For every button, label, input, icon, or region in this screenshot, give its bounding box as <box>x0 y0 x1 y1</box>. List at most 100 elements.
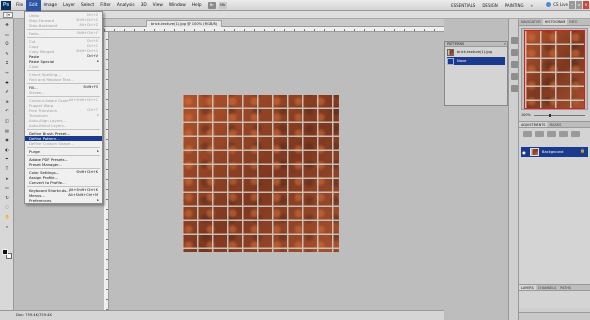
menu-item-auto-blend-layers[interactable]: Auto-Blend Layers... <box>25 123 102 128</box>
tab-adjustments[interactable]: ADJUSTMENTS <box>519 122 548 127</box>
workspace-essentials[interactable]: ESSENTIALS <box>451 1 475 10</box>
menu-item-define-custom-shape[interactable]: Define Custom Shape... <box>25 141 102 146</box>
menu-item-label: Purge <box>29 149 40 154</box>
marquee-icon[interactable]: ▭ <box>3 32 11 38</box>
tab-info[interactable]: INFO <box>567 19 579 25</box>
menu-file[interactable]: File <box>13 0 26 11</box>
menu-item-label: Preset Manager... <box>29 162 62 167</box>
menu-layer[interactable]: Layer <box>60 0 78 11</box>
eyedropper-icon[interactable]: ✑ <box>3 70 11 76</box>
lasso-icon[interactable]: ʘ <box>3 41 11 47</box>
tab-channels[interactable]: CHANNELS <box>536 285 559 290</box>
exposure-icon[interactable] <box>559 131 568 137</box>
layer-row-background[interactable]: ● Background 🔒 <box>521 147 588 157</box>
zoom-slider-handle[interactable] <box>549 113 552 117</box>
menu-item-preset-manager[interactable]: Preset Manager... <box>25 162 102 167</box>
close-button[interactable]: × <box>583 1 589 9</box>
cs-live-button[interactable]: CS Live <box>546 2 568 7</box>
menu-separator <box>27 168 100 169</box>
dock-panel-icon[interactable] <box>511 61 518 68</box>
zoom-control: 100% <box>521 112 588 118</box>
dock-panel-icon[interactable] <box>511 49 518 56</box>
workspace-more-button[interactable]: » <box>531 1 533 10</box>
menu-3d[interactable]: 3D <box>138 0 150 11</box>
tab-masks[interactable]: MASKS <box>547 122 563 127</box>
dock-panel-icon[interactable] <box>511 37 518 44</box>
menu-item-label: Define Custom Shape... <box>29 141 74 146</box>
navigator-preview[interactable] <box>521 28 588 110</box>
zoom-icon[interactable]: ⌕ <box>3 224 11 230</box>
crop-icon[interactable]: ⌗ <box>3 60 11 66</box>
menu-item-step-backward[interactable]: Step Backward Alt+Ctrl+Z <box>25 23 102 28</box>
vibrance-icon[interactable] <box>571 131 580 137</box>
menu-item-clear[interactable]: Clear <box>25 64 102 69</box>
path-select-icon[interactable]: ➤ <box>3 176 11 182</box>
layer-name: Background <box>542 150 564 154</box>
doc-size-status: Doc: 759.4K/759.4K <box>16 313 52 317</box>
adjustment-icon-grid <box>523 131 581 137</box>
3d-orbit-icon[interactable]: ◌ <box>3 204 11 210</box>
bridge-icon[interactable]: Br <box>207 1 216 9</box>
pattern-row-brick[interactable]: brick-texture(1).jpg <box>447 48 505 56</box>
shape-icon[interactable]: ▭ <box>3 185 11 191</box>
workspace-design[interactable]: DESIGN <box>482 1 497 10</box>
tab-navigator[interactable]: NAVIGATOR <box>519 19 543 25</box>
zoom-slider[interactable] <box>533 113 585 117</box>
restore-button[interactable]: ▫ <box>576 1 582 9</box>
clone-stamp-icon[interactable]: ⊕ <box>3 99 11 105</box>
workspace-painting[interactable]: PAINTING <box>505 1 524 10</box>
menu-analysis[interactable]: Analysis <box>114 0 138 11</box>
collapse-icon[interactable]: « <box>504 42 506 47</box>
navigator-tab-group: NAVIGATOR HISTOGRAM INFO <box>519 19 590 26</box>
mini-bridge-icon[interactable]: Mb <box>218 1 227 9</box>
menu-item-purge[interactable]: Purge ▸ <box>25 149 102 154</box>
menu-item-fade[interactable]: Fade... Shift+Ctrl+F <box>25 31 102 36</box>
menu-help[interactable]: Help <box>189 0 205 11</box>
menu-item-preferences[interactable]: Preferences ▸ <box>25 198 102 203</box>
pattern-row-none[interactable]: None <box>447 57 505 65</box>
document-tab[interactable]: brick-texture(1).jpg @ 100% (RGB/8) <box>146 20 223 27</box>
gradient-icon[interactable]: ▤ <box>3 128 11 134</box>
menu-view[interactable]: View <box>150 0 166 11</box>
tab-histogram[interactable]: HISTOGRAM <box>542 19 568 25</box>
blur-icon[interactable]: ◉ <box>3 137 11 143</box>
brightness-icon[interactable] <box>523 131 532 137</box>
menu-item-stroke[interactable]: Stroke... <box>25 90 102 95</box>
navigator-thumbnail <box>524 30 585 109</box>
zoom-value[interactable]: 100% <box>521 112 531 118</box>
3d-rotate-icon[interactable]: ↻ <box>3 195 11 201</box>
tab-paths[interactable]: PATHS <box>558 285 573 290</box>
pen-icon[interactable]: ✒ <box>3 156 11 162</box>
dodge-icon[interactable]: ◐ <box>3 147 11 153</box>
dock-panel-icon[interactable] <box>511 85 518 92</box>
menu-window[interactable]: Window <box>166 0 189 11</box>
menu-item-find-and-replace-text[interactable]: Find and Replace Text... <box>25 77 102 82</box>
tab-layers[interactable]: LAYERS <box>519 285 536 290</box>
menu-image[interactable]: Image <box>41 0 60 11</box>
eraser-icon[interactable]: ◫ <box>3 118 11 124</box>
type-icon[interactable]: T <box>3 166 11 172</box>
menu-item-shortcut: Shift+Ctrl+F <box>76 31 98 35</box>
healing-icon[interactable]: ✚ <box>3 80 11 86</box>
quick-select-icon[interactable]: ✎ <box>3 51 11 57</box>
menu-select[interactable]: Select <box>78 0 97 11</box>
menu-item-label: Stroke... <box>29 90 45 95</box>
foreground-color-swatch[interactable] <box>2 249 8 255</box>
visibility-eye-icon[interactable]: ● <box>521 150 527 155</box>
brush-icon[interactable]: ✐ <box>3 89 11 95</box>
pattern-label: brick-texture(1).jpg <box>457 50 492 54</box>
dock-panel-icon[interactable] <box>511 73 518 80</box>
minimize-button[interactable]: – <box>569 1 575 9</box>
curves-icon[interactable] <box>547 131 556 137</box>
menu-edit[interactable]: Edit <box>26 0 41 11</box>
hand-icon[interactable]: ✋ <box>3 214 11 220</box>
menu-filter[interactable]: Filter <box>97 0 114 11</box>
move-icon[interactable]: ✥ <box>3 22 11 28</box>
levels-icon[interactable] <box>535 131 544 137</box>
brick-texture-image[interactable] <box>182 95 339 252</box>
patterns-panel-header: PATTERNS « <box>445 42 507 47</box>
menu-item-convert-to-profile[interactable]: Convert to Profile... <box>25 180 102 185</box>
history-brush-icon[interactable]: ↶ <box>3 108 11 114</box>
canvas-area[interactable] <box>110 32 444 310</box>
tool-preset-picker[interactable]: ▯▾ <box>3 12 13 18</box>
